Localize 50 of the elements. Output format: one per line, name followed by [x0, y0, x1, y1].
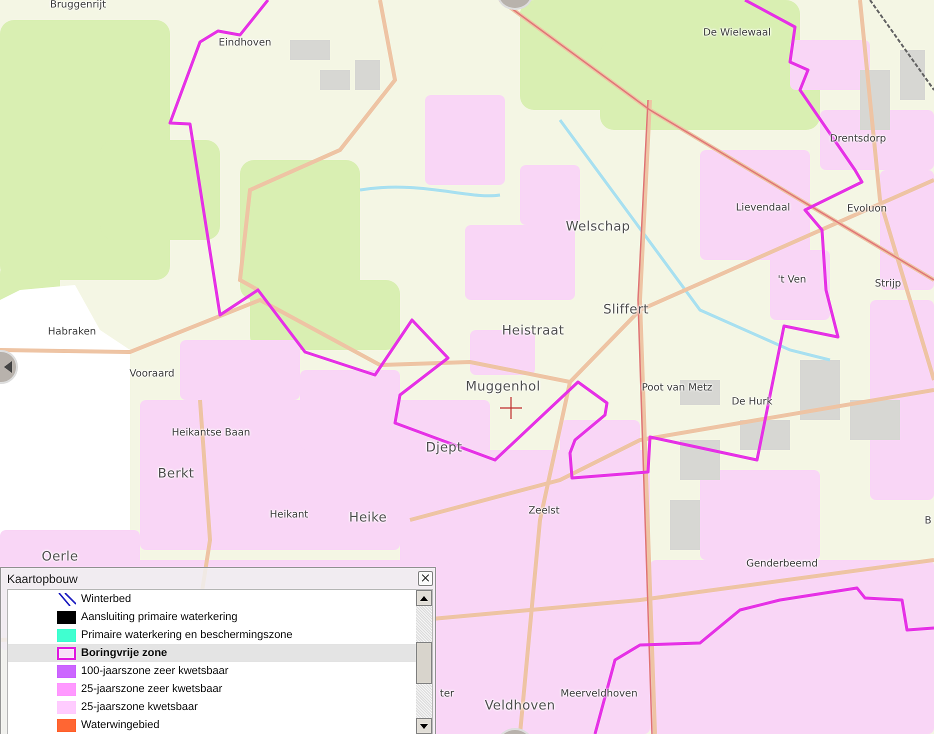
place-label: 't Ven: [778, 274, 806, 286]
place-label: Genderbeemd: [746, 558, 818, 570]
legend-item[interactable]: Winterbed: [8, 590, 416, 608]
place-label: Zeelst: [528, 506, 560, 516]
place-label: Habraken: [48, 326, 96, 338]
place-label: Muggenhol: [466, 380, 540, 394]
legend-label: Winterbed: [81, 593, 132, 605]
place-label: Oerle: [42, 550, 78, 564]
place-label: Evoluon: [847, 204, 887, 214]
place-label: Strijp: [874, 278, 902, 290]
legend-item[interactable]: 25-jaarszone zeer kwetsbaar: [8, 680, 416, 698]
legend-label: 100-jaarszone zeer kwetsbaar: [81, 665, 228, 677]
legend-label: Primaire waterkering en beschermingszone: [81, 629, 293, 641]
place-label: Heistraat: [502, 324, 564, 338]
legend-item[interactable]: 25-jaarszone kwetsbaar: [8, 698, 416, 716]
scroll-thumb[interactable]: [416, 642, 432, 684]
legend-item[interactable]: Waterwingebied: [8, 716, 416, 734]
panel-title: Kaartopbouw: [7, 572, 78, 586]
legend-item[interactable]: Primaire waterkering en beschermingszone: [8, 626, 416, 644]
place-label: Heike: [349, 510, 387, 526]
down-arrow-icon: [420, 724, 428, 728]
place-label: Veldhoven: [484, 698, 556, 714]
legend-label: 25-jaarszone kwetsbaar: [81, 701, 198, 713]
up-arrow-icon: [420, 596, 428, 600]
crosshair-icon: [499, 396, 523, 420]
place-label: Berkt: [158, 466, 194, 482]
legend-label: Boringvrije zone: [81, 647, 168, 659]
place-label: ter: [440, 688, 454, 700]
place-label: Poot van Metz: [642, 382, 712, 394]
legend-label: Waterwingebied: [81, 719, 160, 731]
legend-item[interactable]: Aansluiting primaire waterkering: [8, 608, 416, 626]
place-label: Heikant: [270, 510, 308, 520]
close-button[interactable]: ×: [418, 571, 433, 586]
scrollbar[interactable]: [416, 590, 432, 734]
place-label: Welschap: [566, 220, 630, 234]
legend-item[interactable]: 100-jaarszone zeer kwetsbaar: [8, 662, 416, 680]
place-label: Bruggenrijt: [50, 0, 106, 10]
place-label: Heikantse Baan: [172, 428, 250, 438]
place-label: Vooraard: [130, 368, 174, 380]
place-label: De Wielewaal: [703, 28, 771, 38]
legend-label: Aansluiting primaire waterkering: [81, 611, 238, 623]
left-arrow-icon: [4, 361, 12, 373]
legend-label: 25-jaarszone zeer kwetsbaar: [81, 683, 222, 695]
legend-item[interactable]: Boringvrije zone: [8, 644, 416, 662]
scroll-down-button[interactable]: [416, 718, 432, 734]
place-label: Djept: [426, 440, 462, 456]
scroll-up-button[interactable]: [416, 590, 432, 606]
place-label: B: [924, 516, 932, 526]
place-label: Eindhoven: [218, 38, 272, 48]
place-label: Lievendaal: [736, 202, 790, 214]
